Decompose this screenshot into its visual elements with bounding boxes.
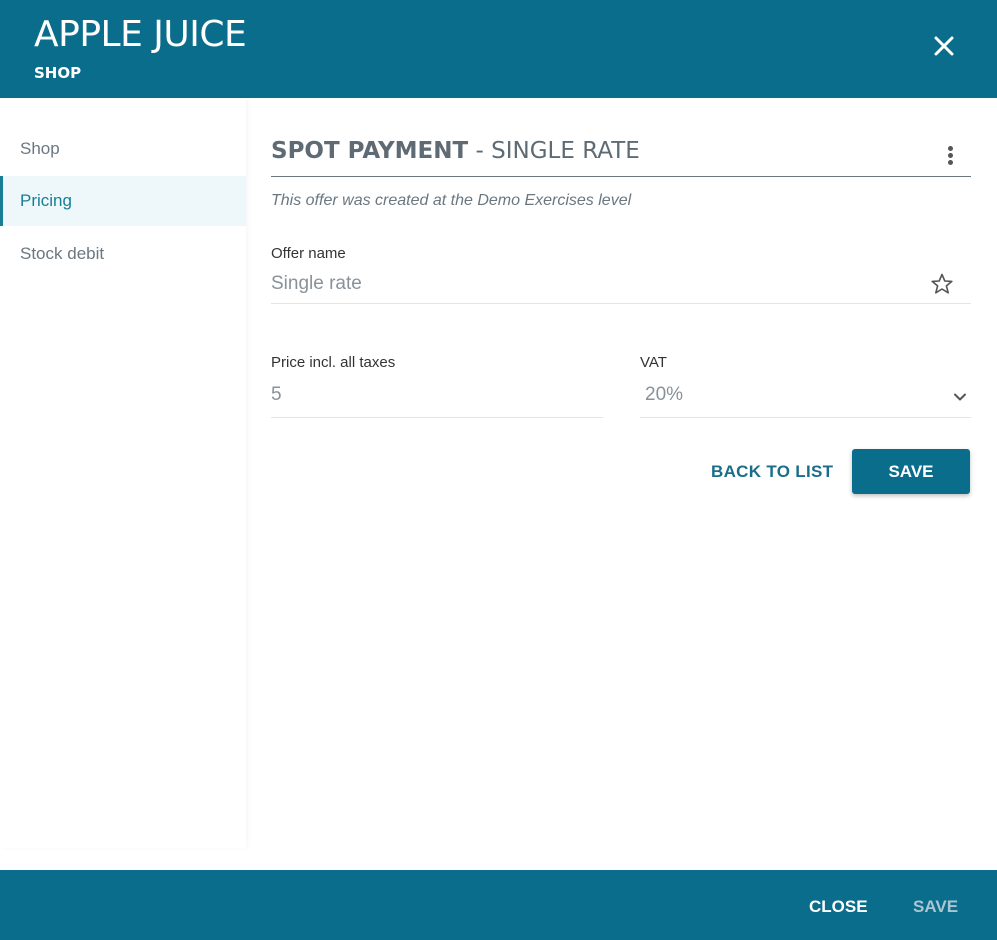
offer-name-label: Offer name xyxy=(271,245,346,262)
dialog-footer: CLOSE SAVE xyxy=(0,870,997,940)
vat-select[interactable]: 20% xyxy=(645,384,683,406)
footer-save-button[interactable]: SAVE xyxy=(913,897,958,917)
offer-name-underline xyxy=(271,303,971,304)
section-title-rest: - SINGLE RATE xyxy=(468,138,640,164)
vat-label: VAT xyxy=(640,354,667,371)
offer-origin-note: This offer was created at the Demo Exerc… xyxy=(271,192,632,209)
dialog-header: APPLE JUICE SHOP xyxy=(0,0,997,98)
save-button[interactable]: SAVE xyxy=(852,449,970,494)
price-input[interactable]: 5 xyxy=(271,384,282,406)
back-to-list-button[interactable]: BACK TO LIST xyxy=(711,462,833,482)
dialog-subtitle: SHOP xyxy=(34,64,82,82)
sidebar-item-shop[interactable]: Shop xyxy=(0,124,246,174)
sidebar-item-stock-debit[interactable]: Stock debit xyxy=(0,229,246,279)
sidebar: Shop Pricing Stock debit xyxy=(0,98,246,848)
section-title-strong: SPOT PAYMENT xyxy=(271,138,469,164)
vat-underline xyxy=(640,417,971,418)
star-icon[interactable] xyxy=(930,272,954,296)
footer-close-button[interactable]: CLOSE xyxy=(809,897,868,917)
chevron-down-icon[interactable] xyxy=(951,388,969,406)
offer-name-input[interactable]: Single rate xyxy=(271,273,362,295)
price-label: Price incl. all taxes xyxy=(271,354,396,371)
sidebar-item-pricing[interactable]: Pricing xyxy=(0,176,246,226)
close-icon[interactable] xyxy=(930,32,958,60)
section-header: SPOT PAYMENT - SINGLE RATE xyxy=(271,138,971,177)
more-vertical-icon[interactable] xyxy=(945,144,955,168)
dialog-title: APPLE JUICE xyxy=(34,14,247,55)
price-underline xyxy=(271,417,603,418)
